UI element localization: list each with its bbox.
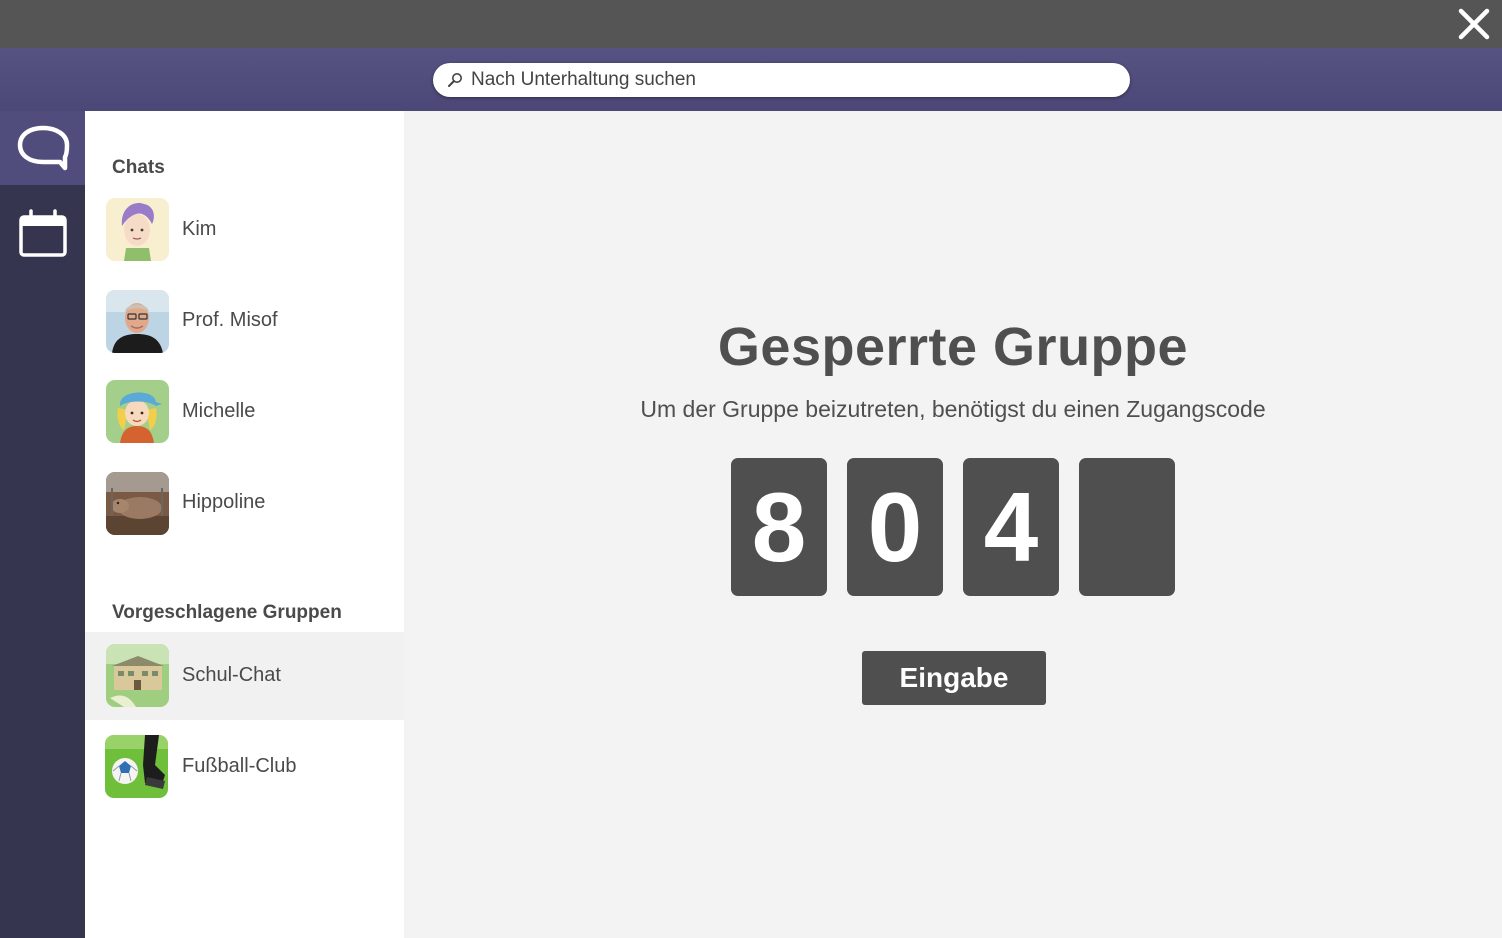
group-item-label: Schul-Chat (182, 664, 281, 686)
group-item-label: Fußball-Club (182, 755, 297, 777)
code-digit-3[interactable]: 4 (963, 458, 1059, 596)
code-digit-2[interactable]: 0 (847, 458, 943, 596)
rail-item-calendar[interactable] (0, 197, 85, 271)
search-header (0, 48, 1502, 111)
rail-item-chats[interactable] (0, 111, 85, 185)
avatar (106, 380, 169, 443)
chat-item-label: Prof. Misof (182, 309, 278, 331)
close-icon (1458, 8, 1490, 40)
close-button[interactable] (1454, 4, 1494, 44)
chat-item-prof-misof[interactable]: Prof. Misof (85, 277, 404, 365)
submit-code-button[interactable]: Eingabe (862, 651, 1046, 705)
avatar (106, 290, 169, 353)
chat-item-michelle[interactable]: Michelle (85, 367, 404, 455)
chat-bubble-icon (17, 125, 69, 171)
group-item-fussball-club[interactable]: Fußball-Club (85, 723, 404, 811)
page-subtitle: Um der Gruppe beizutreten, benötigst du … (640, 396, 1266, 422)
groups-section-title: Vorgeschlagene Gruppen (112, 602, 342, 623)
chats-section-title: Chats (112, 157, 165, 178)
avatar (106, 472, 169, 535)
search-icon (448, 73, 462, 87)
chat-item-kim[interactable]: Kim (85, 186, 404, 274)
search-box[interactable] (433, 63, 1130, 97)
search-input[interactable] (469, 68, 1113, 92)
avatar (106, 644, 169, 707)
code-digit-1[interactable]: 8 (731, 458, 827, 596)
page-title: Gesperrte Gruppe (717, 317, 1189, 377)
avatar (105, 735, 168, 798)
avatar (106, 198, 169, 261)
conversation-sidebar: Chats Kim Prof. Misof Michelle Hippoline… (85, 111, 404, 938)
code-digit-4[interactable] (1079, 458, 1175, 596)
chat-item-label: Michelle (182, 400, 256, 422)
group-item-schul-chat[interactable]: Schul-Chat (85, 632, 404, 720)
navigation-rail (0, 111, 85, 938)
chat-item-hippoline[interactable]: Hippoline (85, 459, 404, 547)
chat-item-label: Kim (182, 218, 217, 240)
chat-item-label: Hippoline (182, 491, 266, 513)
calendar-icon (18, 209, 67, 257)
locked-group-panel: Gesperrte Gruppe Um der Gruppe beizutret… (404, 111, 1502, 938)
window-titlebar (0, 0, 1502, 48)
